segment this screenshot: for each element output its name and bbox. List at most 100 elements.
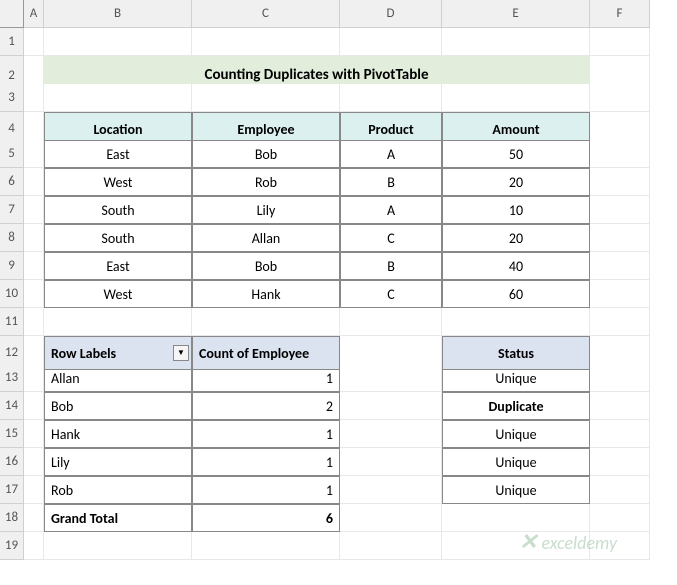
table-row[interactable]: C <box>340 280 442 308</box>
cell[interactable] <box>340 364 442 392</box>
row-header-1[interactable]: 1 <box>0 28 24 56</box>
row-header-3[interactable]: 3 <box>0 84 24 112</box>
table-row[interactable]: B <box>340 168 442 196</box>
table-row[interactable]: 40 <box>442 252 590 280</box>
row-header-15[interactable]: 15 <box>0 420 24 448</box>
row-header-8[interactable]: 8 <box>0 224 24 252</box>
row-header-6[interactable]: 6 <box>0 168 24 196</box>
cell[interactable] <box>340 308 442 336</box>
cell[interactable] <box>590 84 650 112</box>
cell[interactable] <box>24 140 44 168</box>
cell[interactable] <box>590 392 650 420</box>
col-header-A[interactable]: A <box>24 0 44 28</box>
cell[interactable] <box>192 28 340 56</box>
table-row[interactable]: Lily <box>192 196 340 224</box>
table-row[interactable]: South <box>44 196 192 224</box>
table-row[interactable]: Bob <box>192 140 340 168</box>
cell[interactable] <box>340 392 442 420</box>
pivot-grand-total-value[interactable]: 6 <box>192 504 340 532</box>
table-row[interactable]: B <box>340 252 442 280</box>
row-header-19[interactable]: 19 <box>0 532 24 560</box>
cell[interactable] <box>44 84 192 112</box>
row-header-7[interactable]: 7 <box>0 196 24 224</box>
pivot-row-status[interactable]: Duplicate <box>442 392 590 420</box>
col-header-F[interactable]: F <box>590 0 650 28</box>
cell[interactable] <box>24 392 44 420</box>
table-row[interactable]: 50 <box>442 140 590 168</box>
cell[interactable] <box>24 224 44 252</box>
cell[interactable] <box>24 308 44 336</box>
cell[interactable] <box>24 196 44 224</box>
pivot-row-count[interactable]: 1 <box>192 420 340 448</box>
cell[interactable] <box>44 532 192 560</box>
row-header-16[interactable]: 16 <box>0 448 24 476</box>
cell[interactable] <box>590 224 650 252</box>
pivot-row-status[interactable]: Unique <box>442 448 590 476</box>
table-row[interactable]: Allan <box>192 224 340 252</box>
pivot-row-status[interactable]: Unique <box>442 476 590 504</box>
pivot-row-count[interactable]: 1 <box>192 448 340 476</box>
cell[interactable] <box>340 84 442 112</box>
cell[interactable] <box>340 476 442 504</box>
cell[interactable] <box>44 28 192 56</box>
cell[interactable] <box>340 504 442 532</box>
row-header-5[interactable]: 5 <box>0 140 24 168</box>
cell[interactable] <box>24 28 44 56</box>
table-row[interactable]: Rob <box>192 168 340 196</box>
cell[interactable] <box>24 532 44 560</box>
cell[interactable] <box>590 140 650 168</box>
pivot-row-name[interactable]: Bob <box>44 392 192 420</box>
cell[interactable] <box>590 504 650 532</box>
cell[interactable] <box>442 28 590 56</box>
cell[interactable] <box>590 196 650 224</box>
cell[interactable] <box>24 476 44 504</box>
table-row[interactable]: Bob <box>192 252 340 280</box>
pivot-grand-total-label[interactable]: Grand Total <box>44 504 192 532</box>
table-row[interactable]: A <box>340 140 442 168</box>
pivot-row-name[interactable]: Hank <box>44 420 192 448</box>
cell[interactable] <box>192 532 340 560</box>
cell[interactable] <box>24 364 44 392</box>
cell[interactable] <box>340 420 442 448</box>
pivot-row-name[interactable]: Lily <box>44 448 192 476</box>
table-row[interactable]: West <box>44 168 192 196</box>
table-row[interactable]: Hank <box>192 280 340 308</box>
cell[interactable] <box>590 252 650 280</box>
cell[interactable] <box>24 280 44 308</box>
row-header-10[interactable]: 10 <box>0 280 24 308</box>
cell[interactable] <box>590 308 650 336</box>
cell[interactable] <box>192 84 340 112</box>
row-header-9[interactable]: 9 <box>0 252 24 280</box>
row-header-11[interactable]: 11 <box>0 308 24 336</box>
cell[interactable] <box>340 28 442 56</box>
cell[interactable] <box>24 504 44 532</box>
cell[interactable] <box>24 252 44 280</box>
cell[interactable] <box>590 364 650 392</box>
col-header-C[interactable]: C <box>192 0 340 28</box>
cell[interactable] <box>442 504 590 532</box>
cell[interactable] <box>590 476 650 504</box>
cell[interactable] <box>590 420 650 448</box>
row-header-17[interactable]: 17 <box>0 476 24 504</box>
cell[interactable] <box>590 28 650 56</box>
table-row[interactable]: West <box>44 280 192 308</box>
cell[interactable] <box>192 308 340 336</box>
pivot-filter-dropdown[interactable]: ▼ <box>173 345 189 361</box>
table-row[interactable]: 20 <box>442 224 590 252</box>
table-row[interactable]: East <box>44 252 192 280</box>
cell[interactable] <box>442 308 590 336</box>
cell[interactable] <box>590 280 650 308</box>
pivot-row-status[interactable]: Unique <box>442 420 590 448</box>
table-row[interactable]: 60 <box>442 280 590 308</box>
row-header-14[interactable]: 14 <box>0 392 24 420</box>
table-row[interactable]: South <box>44 224 192 252</box>
table-row[interactable]: 10 <box>442 196 590 224</box>
pivot-row-count[interactable]: 2 <box>192 392 340 420</box>
cell[interactable] <box>442 532 590 560</box>
pivot-row-count[interactable]: 1 <box>192 476 340 504</box>
pivot-count-header[interactable]: Count of Employee <box>192 336 340 370</box>
cell[interactable] <box>44 308 192 336</box>
cell[interactable] <box>340 448 442 476</box>
row-header-13[interactable]: 13 <box>0 364 24 392</box>
table-row[interactable]: 20 <box>442 168 590 196</box>
